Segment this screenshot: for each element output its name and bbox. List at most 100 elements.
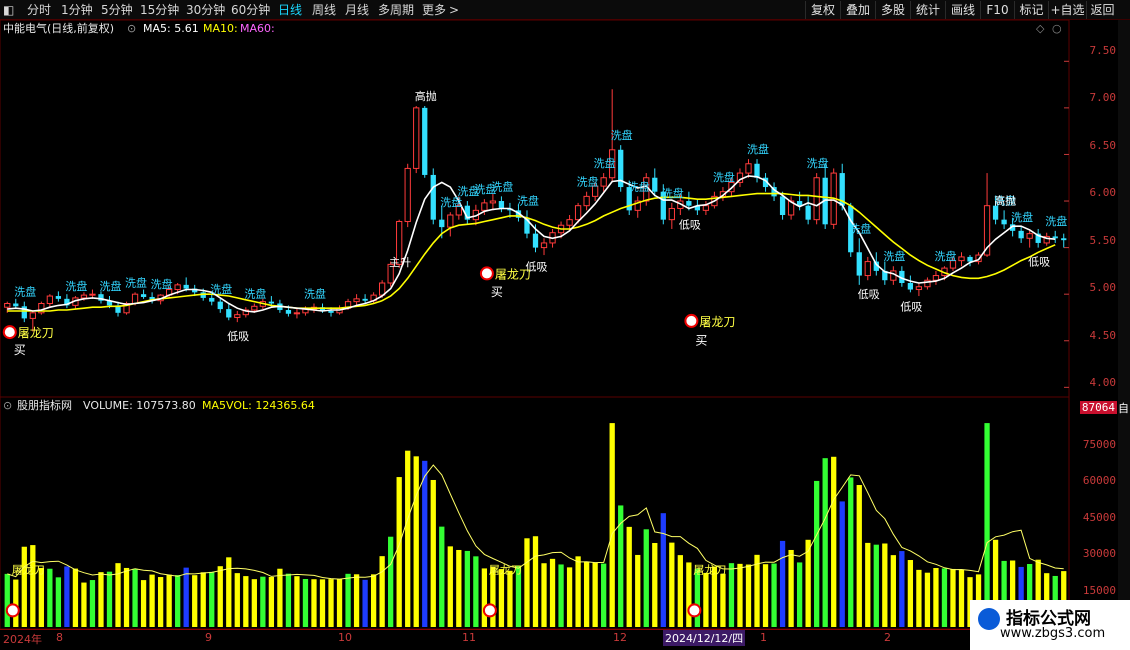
diamond-icon[interactable]: ◇ [1036, 20, 1044, 38]
candle-body-up [549, 232, 556, 244]
price-panel-frame [0, 19, 1070, 398]
volume-bar [890, 555, 896, 627]
period-tab-weekly[interactable]: 周线 [312, 2, 336, 18]
ma10-label: MA10: [203, 22, 238, 35]
wash-label: 洗盘 [662, 186, 684, 200]
price-tick: 7.00 [1089, 91, 1117, 104]
volume-bar [98, 572, 104, 627]
candle-body-down [183, 284, 189, 289]
mark-button[interactable]: 标记 [1014, 1, 1048, 19]
period-tab-1min[interactable]: 1分钟 [61, 2, 93, 18]
dragon-knife-icon [2, 325, 17, 340]
volume-bar [157, 577, 164, 627]
period-tab-daily[interactable]: 日线 [278, 2, 302, 18]
wash-label: 洗盘 [611, 128, 633, 142]
watermark-url: www.zbgs3.com [1000, 626, 1106, 641]
period-tab-monthly[interactable]: 月线 [345, 2, 369, 18]
volume-bar [873, 544, 879, 627]
volume-bars [4, 423, 1067, 627]
candle-body-up [455, 205, 462, 216]
volume-bar [831, 456, 837, 627]
candle-body-down [1001, 219, 1007, 225]
period-tab-timeshare[interactable]: 分时 [27, 2, 51, 18]
candle-body-up [941, 267, 948, 277]
draw-line-button[interactable]: 画线 [945, 1, 980, 19]
volume-bar [686, 562, 692, 627]
adjust-button[interactable]: 复权 [805, 1, 840, 19]
volume-bar [669, 542, 675, 627]
collapse-icon[interactable]: ◧ [3, 2, 14, 18]
volume-bar [345, 573, 351, 627]
volume-bar [353, 574, 360, 627]
candle-body-up [677, 200, 684, 209]
volume-bar [507, 570, 513, 627]
candle-body-up [242, 309, 249, 316]
candle-body-up [574, 205, 582, 221]
volume-bar [728, 563, 735, 627]
wash-label: 洗盘 [125, 275, 147, 289]
candle-body-up [958, 256, 965, 262]
candle-body-down [1018, 230, 1024, 239]
candle-body-up [668, 207, 675, 221]
volume-tick: 75000 [1082, 438, 1116, 451]
f10-button[interactable]: F10 [980, 1, 1014, 19]
volume-bar [464, 550, 470, 627]
candle-body-up [643, 177, 650, 202]
volume-bar [524, 538, 530, 627]
candle-body-up [711, 195, 718, 207]
settings-circle-icon[interactable]: ○ [1052, 20, 1062, 38]
period-tab-more[interactable]: 更多 [422, 2, 446, 18]
statistics-button[interactable]: 统计 [910, 1, 945, 19]
panel-menu-icon[interactable]: ⊙ [3, 397, 12, 415]
volume-bar [788, 549, 794, 627]
candle-body-down [217, 301, 223, 310]
candle-body-down [515, 210, 522, 218]
volume-bar [541, 563, 547, 627]
multi-stock-button[interactable]: 多股 [875, 1, 910, 19]
volume-tick: 15000 [1082, 584, 1116, 597]
wash-label: 洗盘 [517, 193, 539, 207]
period-tab-30min[interactable]: 30分钟 [186, 2, 225, 18]
period-tab-5min[interactable]: 5分钟 [101, 2, 133, 18]
moving-averages [7, 175, 1056, 313]
volume-bar [720, 573, 726, 627]
kline-chart[interactable]: 洗盘 洗盘 洗盘 洗盘 洗盘 洗盘 洗盘 洗盘洗盘洗盘洗盘洗盘洗盘洗盘洗盘洗盘洗盘洗盘洗盘洗盘… [0, 0, 1130, 650]
wash-label: 洗盘 [594, 156, 616, 170]
period-tab-multi[interactable]: 多周期 [378, 2, 414, 18]
candle-body-up [540, 242, 548, 249]
ma10-line [7, 192, 1056, 312]
volume-bar [515, 566, 522, 627]
low-buy-label: 低吸 [227, 330, 249, 343]
volume-bar [55, 577, 62, 627]
volume-bar [277, 568, 283, 627]
wash-label: 洗盘 [210, 282, 232, 296]
back-button[interactable]: 返回 [1086, 1, 1118, 19]
period-tab-15min[interactable]: 15分钟 [140, 2, 179, 18]
add-watchlist-button[interactable]: +自选 [1048, 1, 1086, 19]
candle-body-down [660, 191, 666, 220]
volume-bar [4, 573, 10, 627]
period-toolbar: ◧ 分时 1分钟 5分钟 15分钟 30分钟 60分钟 日线 周线 月线 多周期… [0, 0, 1130, 20]
candle-body-down [439, 219, 445, 228]
period-tab-60min[interactable]: 60分钟 [231, 2, 270, 18]
wash-label: 洗盘 [883, 249, 905, 263]
main-rise-label: 主升 [389, 256, 411, 269]
volume-bar [498, 569, 505, 627]
price-tick: 7.50 [1089, 44, 1117, 57]
candle-body-down [992, 205, 999, 220]
volume-bar [217, 566, 223, 627]
candle-body-up [915, 286, 923, 291]
more-arrow-icon[interactable]: > [449, 2, 459, 18]
date-tick: 2 [884, 631, 891, 644]
volume-bar [762, 564, 769, 627]
volume-bar [89, 580, 96, 627]
overlay-button[interactable]: 叠加 [840, 1, 875, 19]
volume-bar [106, 571, 113, 627]
candle-body-up [29, 312, 36, 319]
volume-dragon-label: 屠龙刀 [489, 563, 522, 576]
candle-body-down [754, 163, 760, 178]
dropdown-icon[interactable]: ⊙ [127, 20, 136, 38]
candle-body-up [1043, 235, 1050, 244]
candle-body-down [771, 187, 777, 197]
volume-bar [848, 477, 854, 627]
